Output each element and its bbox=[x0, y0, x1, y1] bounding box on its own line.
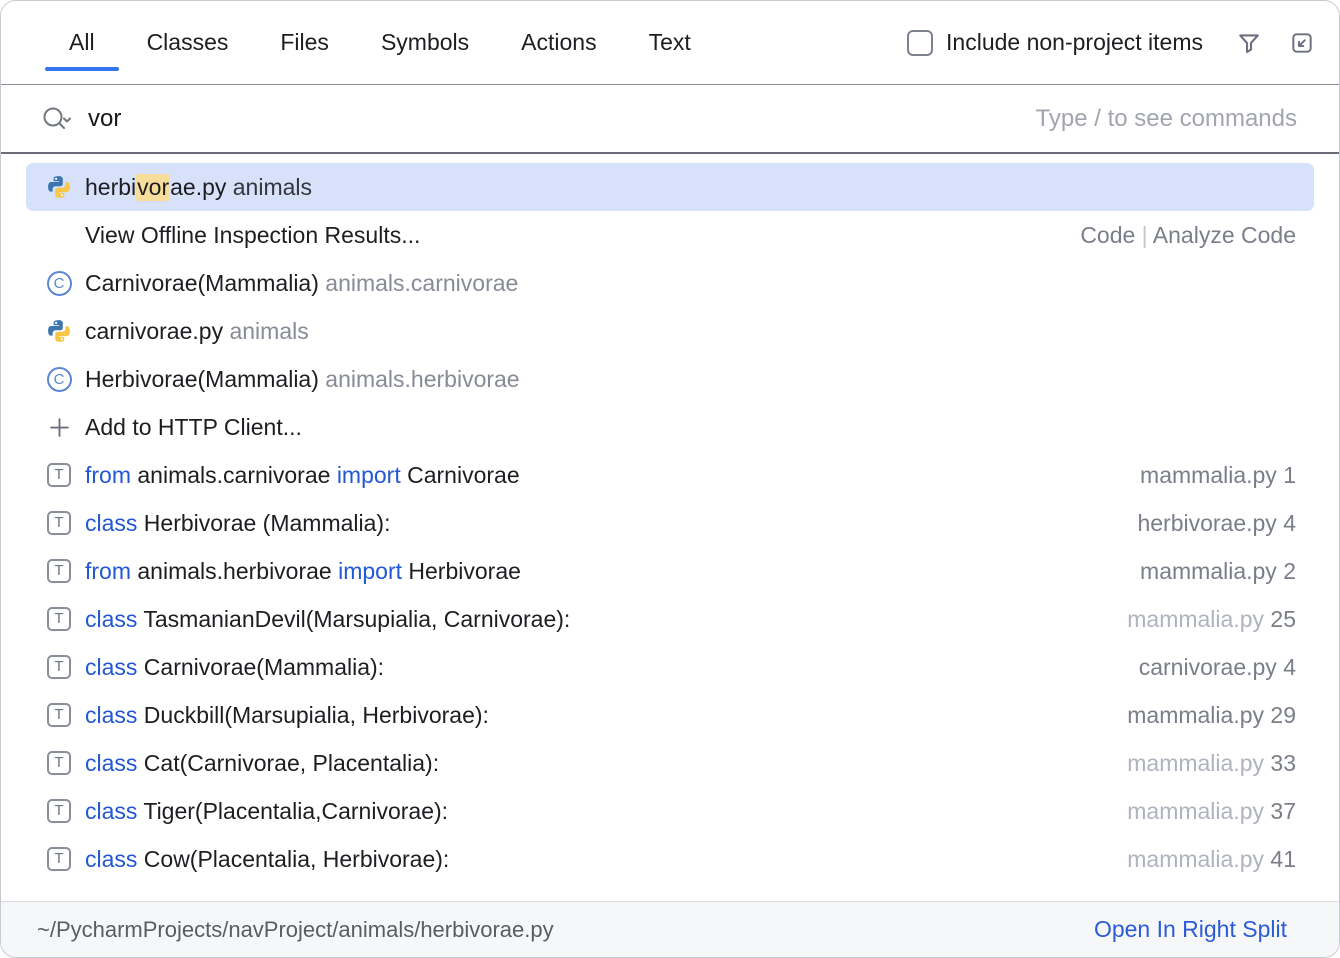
include-non-project-option[interactable]: Include non-project items bbox=[907, 29, 1203, 56]
result-row[interactable]: Tclass Herbivorae (Mammalia): herbivorae.… bbox=[26, 499, 1314, 547]
tab-files[interactable]: Files bbox=[254, 1, 355, 84]
result-row[interactable]: Tclass Cow(Placentalia, Herbivorae): mamm… bbox=[26, 835, 1314, 883]
result-row[interactable]: C Herbivorae(Mammalia) animals.herbivorae bbox=[26, 355, 1314, 403]
tab-list: AllClassesFilesSymbolsActionsText bbox=[43, 1, 717, 84]
python-icon bbox=[46, 174, 72, 200]
footer-bar: ~/PycharmProjects/navProject/animals/her… bbox=[1, 901, 1339, 957]
result-row[interactable]: Tfrom animals.herbivorae import Herbivor… bbox=[26, 547, 1314, 595]
result-location: carnivorae.py 4 bbox=[1119, 654, 1296, 681]
text-icon: T bbox=[46, 510, 72, 536]
result-row[interactable]: Tclass Cat(Carnivorae, Placentalia): mamm… bbox=[26, 739, 1314, 787]
result-location: mammalia.py 41 bbox=[1107, 846, 1296, 873]
result-text: Add to HTTP Client... bbox=[85, 414, 302, 441]
result-location: mammalia.py 29 bbox=[1107, 702, 1296, 729]
result-location: mammalia.py 1 bbox=[1120, 462, 1296, 489]
result-row[interactable]: carnivorae.py animals bbox=[26, 307, 1314, 355]
text-icon: T bbox=[46, 654, 72, 680]
result-row[interactable]: Tclass TasmanianDevil(Marsupialia, Carni… bbox=[26, 595, 1314, 643]
include-non-project-checkbox[interactable] bbox=[907, 30, 933, 56]
class-icon: C bbox=[46, 270, 72, 296]
file-path: ~/PycharmProjects/navProject/animals/her… bbox=[37, 917, 554, 943]
result-location: mammalia.py 25 bbox=[1107, 606, 1296, 633]
no-icon bbox=[46, 222, 72, 248]
result-text: class TasmanianDevil(Marsupialia, Carniv… bbox=[85, 606, 570, 633]
results-list: herbivorae.py animals View Offline Inspec… bbox=[1, 154, 1339, 901]
text-icon: T bbox=[46, 750, 72, 776]
result-text: class Cat(Carnivorae, Placentalia): bbox=[85, 750, 439, 777]
text-icon: T bbox=[46, 462, 72, 488]
result-row[interactable]: View Offline Inspection Results... Code |… bbox=[26, 211, 1314, 259]
search-everywhere-dialog: AllClassesFilesSymbolsActionsText Includ… bbox=[0, 0, 1340, 958]
result-row[interactable]: Tclass Tiger(Placentalia,Carnivorae): mam… bbox=[26, 787, 1314, 835]
result-text: carnivorae.py animals bbox=[85, 318, 309, 345]
tab-all[interactable]: All bbox=[43, 1, 121, 84]
search-hint: Type / to see commands bbox=[1036, 105, 1297, 133]
text-icon: T bbox=[46, 798, 72, 824]
filter-icon[interactable] bbox=[1235, 29, 1263, 57]
result-text: class Carnivorae(Mammalia): bbox=[85, 654, 384, 681]
result-location: mammalia.py 33 bbox=[1107, 750, 1296, 777]
result-text: from animals.carnivorae import Carnivora… bbox=[85, 462, 520, 489]
open-in-right-split-button[interactable]: Open In Right Split bbox=[1094, 916, 1287, 943]
plus-icon bbox=[46, 414, 72, 440]
result-text: from animals.herbivorae import Herbivora… bbox=[85, 558, 521, 585]
result-text: Herbivorae(Mammalia) animals.herbivorae bbox=[85, 366, 520, 393]
result-row[interactable]: Add to HTTP Client... bbox=[26, 403, 1314, 451]
search-icon[interactable] bbox=[41, 105, 73, 133]
result-text: class Cow(Placentalia, Herbivorae): bbox=[85, 846, 449, 873]
result-location: Code | Analyze Code bbox=[1060, 222, 1296, 249]
class-icon: C bbox=[46, 366, 72, 392]
text-icon: T bbox=[46, 606, 72, 632]
text-icon: T bbox=[46, 558, 72, 584]
tab-classes[interactable]: Classes bbox=[121, 1, 255, 84]
text-icon: T bbox=[46, 846, 72, 872]
result-location: mammalia.py 2 bbox=[1120, 558, 1296, 585]
result-row[interactable]: Tfrom animals.carnivorae import Carnivor… bbox=[26, 451, 1314, 499]
tab-actions[interactable]: Actions bbox=[495, 1, 622, 84]
tab-text[interactable]: Text bbox=[623, 1, 717, 84]
tab-bar: AllClassesFilesSymbolsActionsText Includ… bbox=[1, 1, 1339, 85]
search-input[interactable]: vor bbox=[88, 105, 121, 133]
result-text: Carnivorae(Mammalia) animals.carnivorae bbox=[85, 270, 518, 297]
result-text: class Tiger(Placentalia,Carnivorae): bbox=[85, 798, 448, 825]
result-text: class Herbivorae (Mammalia): bbox=[85, 510, 390, 537]
result-location: herbivorae.py 4 bbox=[1117, 510, 1296, 537]
result-text: View Offline Inspection Results... bbox=[85, 222, 420, 249]
result-text: herbivorae.py animals bbox=[85, 174, 312, 201]
result-text: class Duckbill(Marsupialia, Herbivorae): bbox=[85, 702, 489, 729]
result-row[interactable]: herbivorae.py animals bbox=[26, 163, 1314, 211]
result-row[interactable]: Tclass Duckbill(Marsupialia, Herbivorae)… bbox=[26, 691, 1314, 739]
tab-symbols[interactable]: Symbols bbox=[355, 1, 495, 84]
result-location: mammalia.py 37 bbox=[1107, 798, 1296, 825]
text-icon: T bbox=[46, 702, 72, 728]
search-row: vor Type / to see commands bbox=[1, 85, 1339, 154]
open-in-editor-icon[interactable] bbox=[1289, 30, 1315, 56]
result-row[interactable]: Tclass Carnivorae(Mammalia): carnivorae.p… bbox=[26, 643, 1314, 691]
result-row[interactable]: C Carnivorae(Mammalia) animals.carnivorae bbox=[26, 259, 1314, 307]
python-icon bbox=[46, 318, 72, 344]
include-non-project-label: Include non-project items bbox=[946, 29, 1203, 56]
